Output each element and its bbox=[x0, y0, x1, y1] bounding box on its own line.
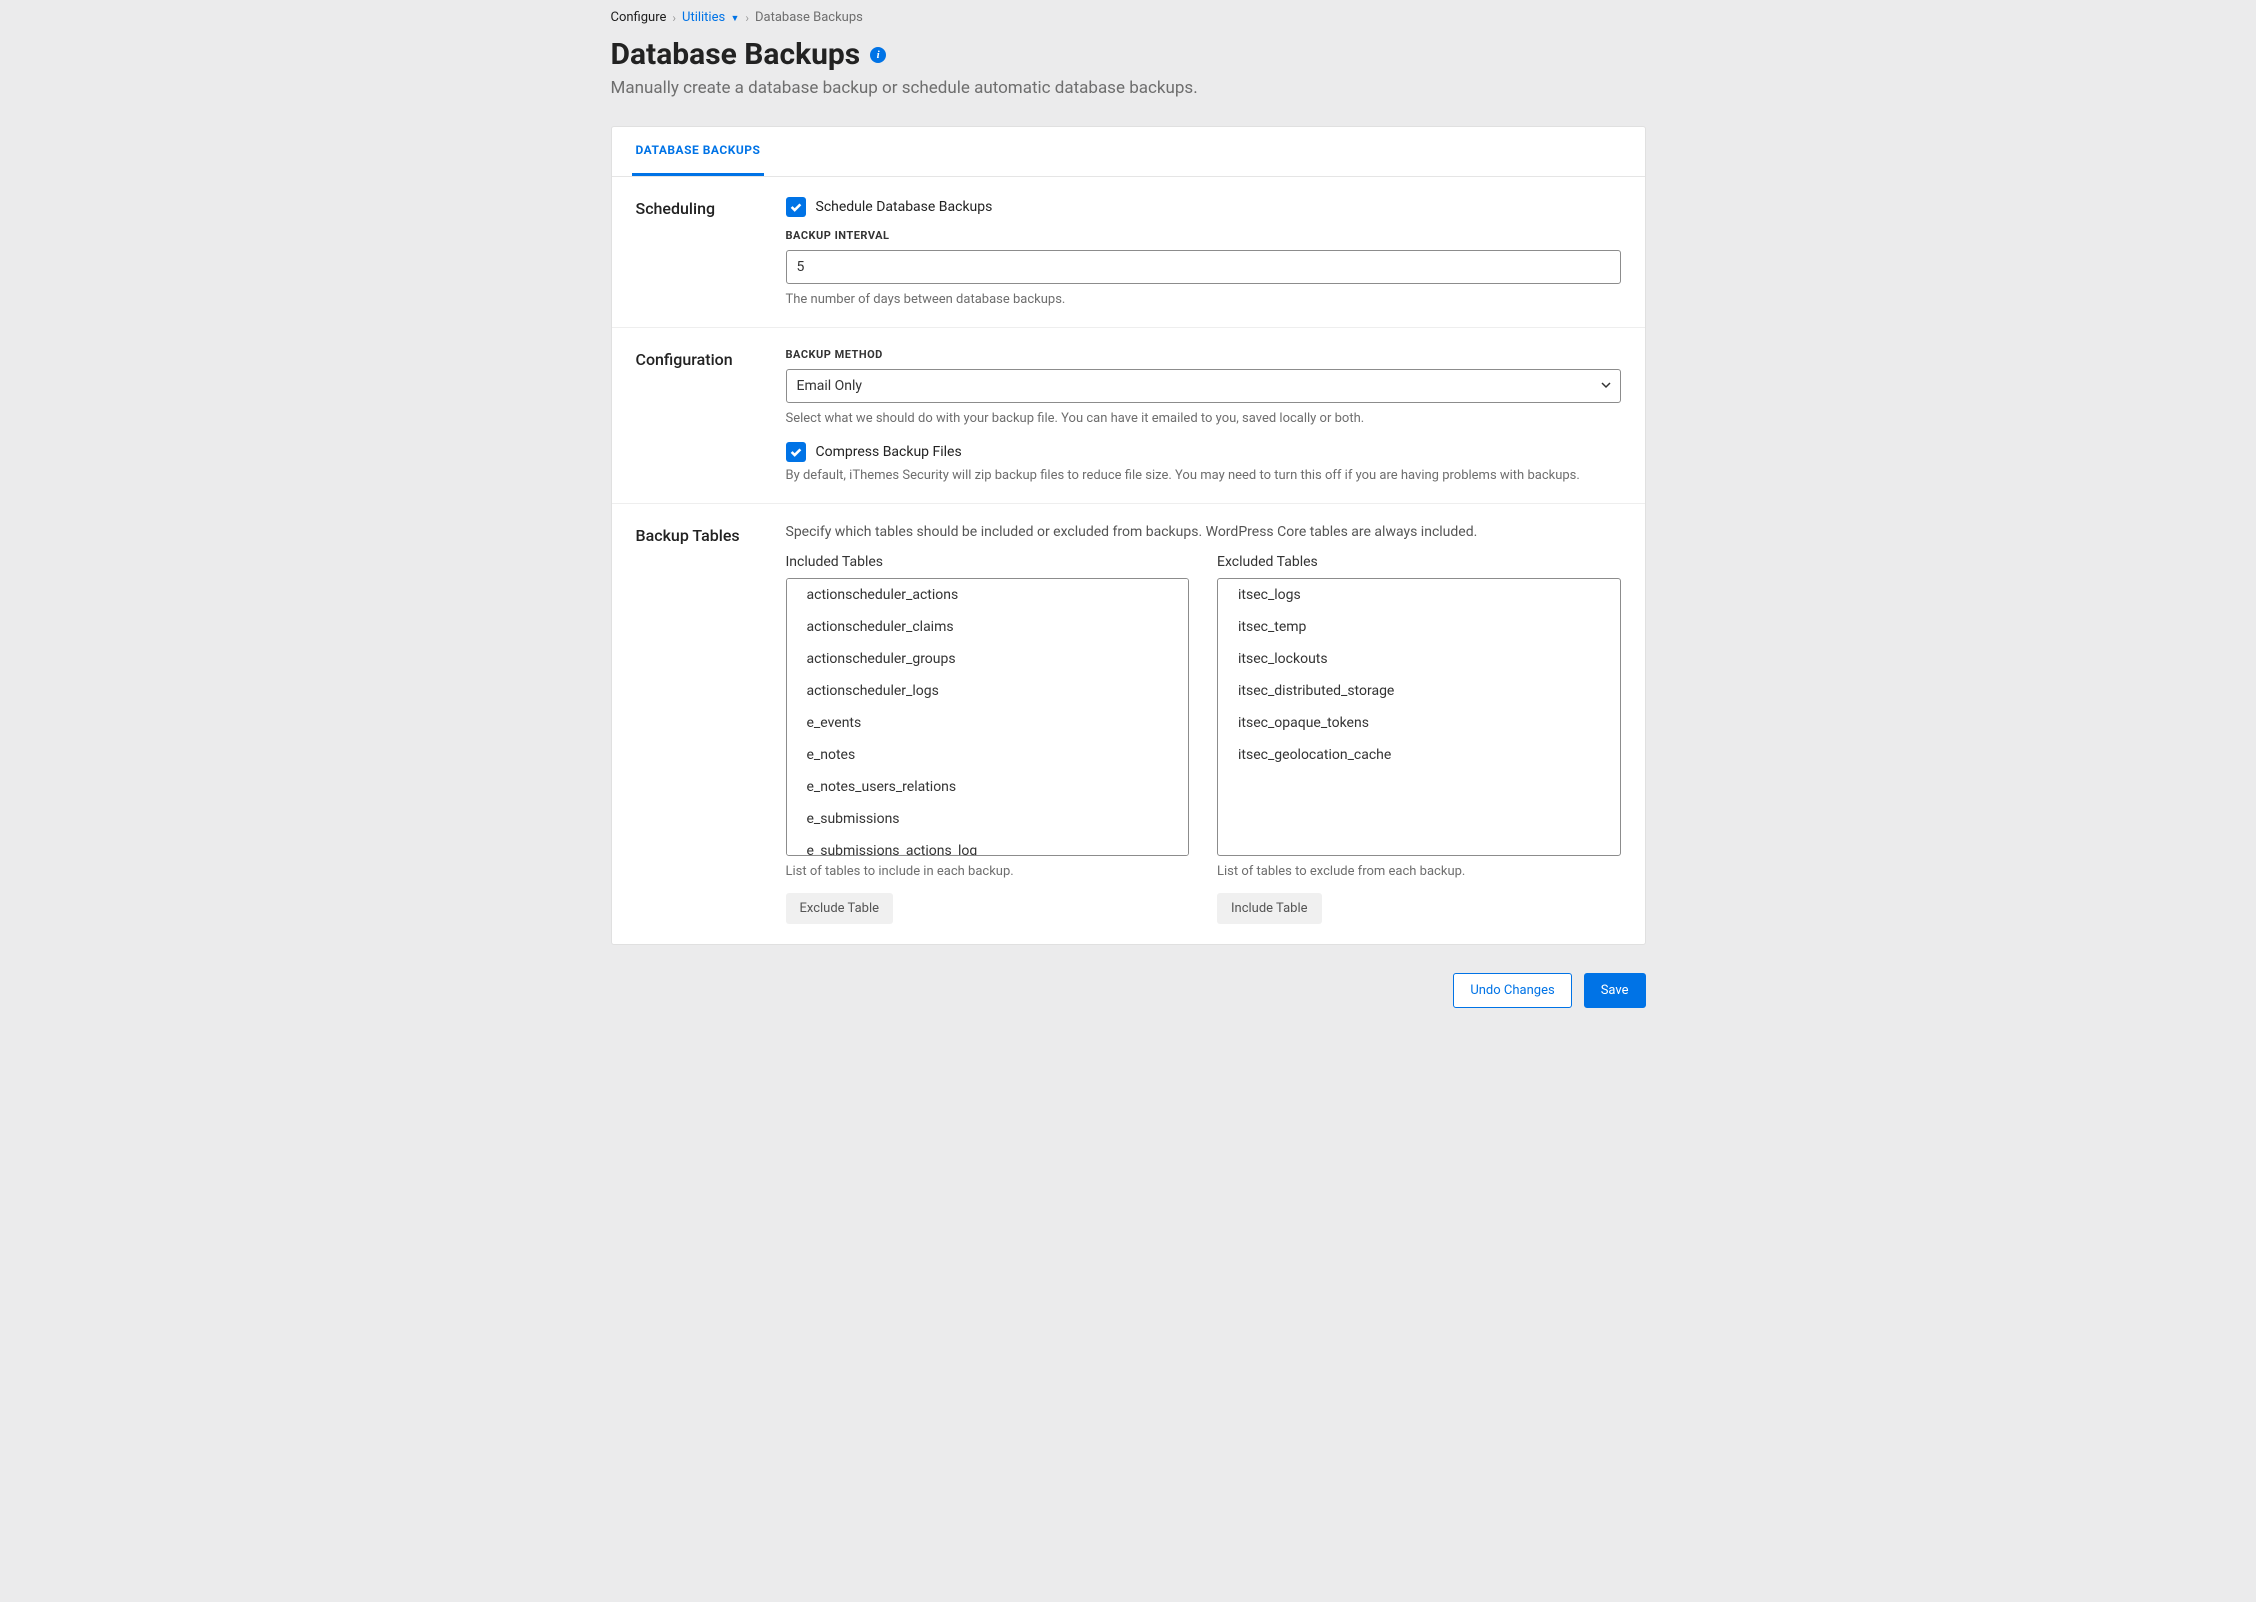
list-item[interactable]: itsec_distributed_storage bbox=[1218, 675, 1620, 707]
backup-method-help: Select what we should do with your backu… bbox=[786, 411, 1621, 426]
check-icon bbox=[789, 200, 803, 214]
chevron-right-icon: › bbox=[672, 11, 676, 25]
undo-changes-button[interactable]: Undo Changes bbox=[1453, 973, 1571, 1008]
list-item[interactable]: actionscheduler_actions bbox=[787, 579, 1189, 611]
excluded-tables-help: List of tables to exclude from each back… bbox=[1217, 864, 1621, 879]
info-icon[interactable]: i bbox=[870, 47, 886, 63]
compress-files-checkbox[interactable] bbox=[786, 442, 806, 462]
included-tables-help: List of tables to include in each backup… bbox=[786, 864, 1190, 879]
compress-files-label: Compress Backup Files bbox=[816, 444, 962, 460]
included-tables-label: Included Tables bbox=[786, 554, 1190, 570]
schedule-backups-label: Schedule Database Backups bbox=[816, 199, 993, 215]
list-item[interactable]: actionscheduler_logs bbox=[787, 675, 1189, 707]
section-heading-backup-tables: Backup Tables bbox=[636, 524, 786, 924]
compress-files-help: By default, iThemes Security will zip ba… bbox=[786, 468, 1621, 483]
page-subtitle: Manually create a database backup or sch… bbox=[611, 78, 1646, 98]
tab-database-backups[interactable]: DATABASE BACKUPS bbox=[632, 127, 765, 176]
list-item[interactable]: e_submissions_actions_log bbox=[787, 835, 1189, 856]
backup-interval-help: The number of days between database back… bbox=[786, 292, 1621, 307]
backup-method-label: BACKUP METHOD bbox=[786, 348, 1621, 361]
backup-interval-input[interactable] bbox=[786, 250, 1621, 284]
breadcrumb-root[interactable]: Configure bbox=[611, 10, 667, 25]
chevron-right-icon: › bbox=[745, 11, 749, 25]
save-button[interactable]: Save bbox=[1584, 973, 1646, 1008]
list-item[interactable]: e_notes bbox=[787, 739, 1189, 771]
exclude-table-button[interactable]: Exclude Table bbox=[786, 893, 894, 924]
list-item[interactable]: itsec_geolocation_cache bbox=[1218, 739, 1620, 771]
list-item[interactable]: e_notes_users_relations bbox=[787, 771, 1189, 803]
section-backup-tables: Backup Tables Specify which tables shoul… bbox=[612, 504, 1645, 944]
list-item[interactable]: e_events bbox=[787, 707, 1189, 739]
list-item[interactable]: itsec_temp bbox=[1218, 611, 1620, 643]
caret-down-icon: ▼ bbox=[730, 14, 739, 24]
backup-interval-label: BACKUP INTERVAL bbox=[786, 229, 1621, 242]
list-item[interactable]: itsec_logs bbox=[1218, 579, 1620, 611]
settings-card: DATABASE BACKUPS Scheduling Schedule Dat… bbox=[611, 126, 1646, 945]
footer-actions: Undo Changes Save bbox=[611, 973, 1646, 1008]
included-tables-list[interactable]: actionscheduler_actionsactionscheduler_c… bbox=[786, 578, 1190, 856]
excluded-tables-label: Excluded Tables bbox=[1217, 554, 1621, 570]
list-item[interactable]: actionscheduler_groups bbox=[787, 643, 1189, 675]
section-configuration: Configuration BACKUP METHOD Email Only S… bbox=[612, 328, 1645, 504]
list-item[interactable]: e_submissions bbox=[787, 803, 1189, 835]
breadcrumb-utilities[interactable]: Utilities ▼ bbox=[682, 10, 739, 25]
schedule-backups-checkbox[interactable] bbox=[786, 197, 806, 217]
section-heading-configuration: Configuration bbox=[636, 348, 786, 483]
backup-tables-intro: Specify which tables should be included … bbox=[786, 524, 1621, 540]
check-icon bbox=[789, 445, 803, 459]
breadcrumb-current: Database Backups bbox=[755, 10, 863, 25]
include-table-button[interactable]: Include Table bbox=[1217, 893, 1322, 924]
list-item[interactable]: itsec_opaque_tokens bbox=[1218, 707, 1620, 739]
page-title: Database Backups bbox=[611, 37, 861, 72]
backup-method-select[interactable]: Email Only bbox=[786, 369, 1621, 403]
section-heading-scheduling: Scheduling bbox=[636, 197, 786, 307]
section-scheduling: Scheduling Schedule Database Backups BAC… bbox=[612, 177, 1645, 328]
list-item[interactable]: actionscheduler_claims bbox=[787, 611, 1189, 643]
breadcrumb: Configure › Utilities ▼ › Database Backu… bbox=[611, 10, 1646, 25]
excluded-tables-list[interactable]: itsec_logsitsec_tempitsec_lockoutsitsec_… bbox=[1217, 578, 1621, 856]
list-item[interactable]: itsec_lockouts bbox=[1218, 643, 1620, 675]
